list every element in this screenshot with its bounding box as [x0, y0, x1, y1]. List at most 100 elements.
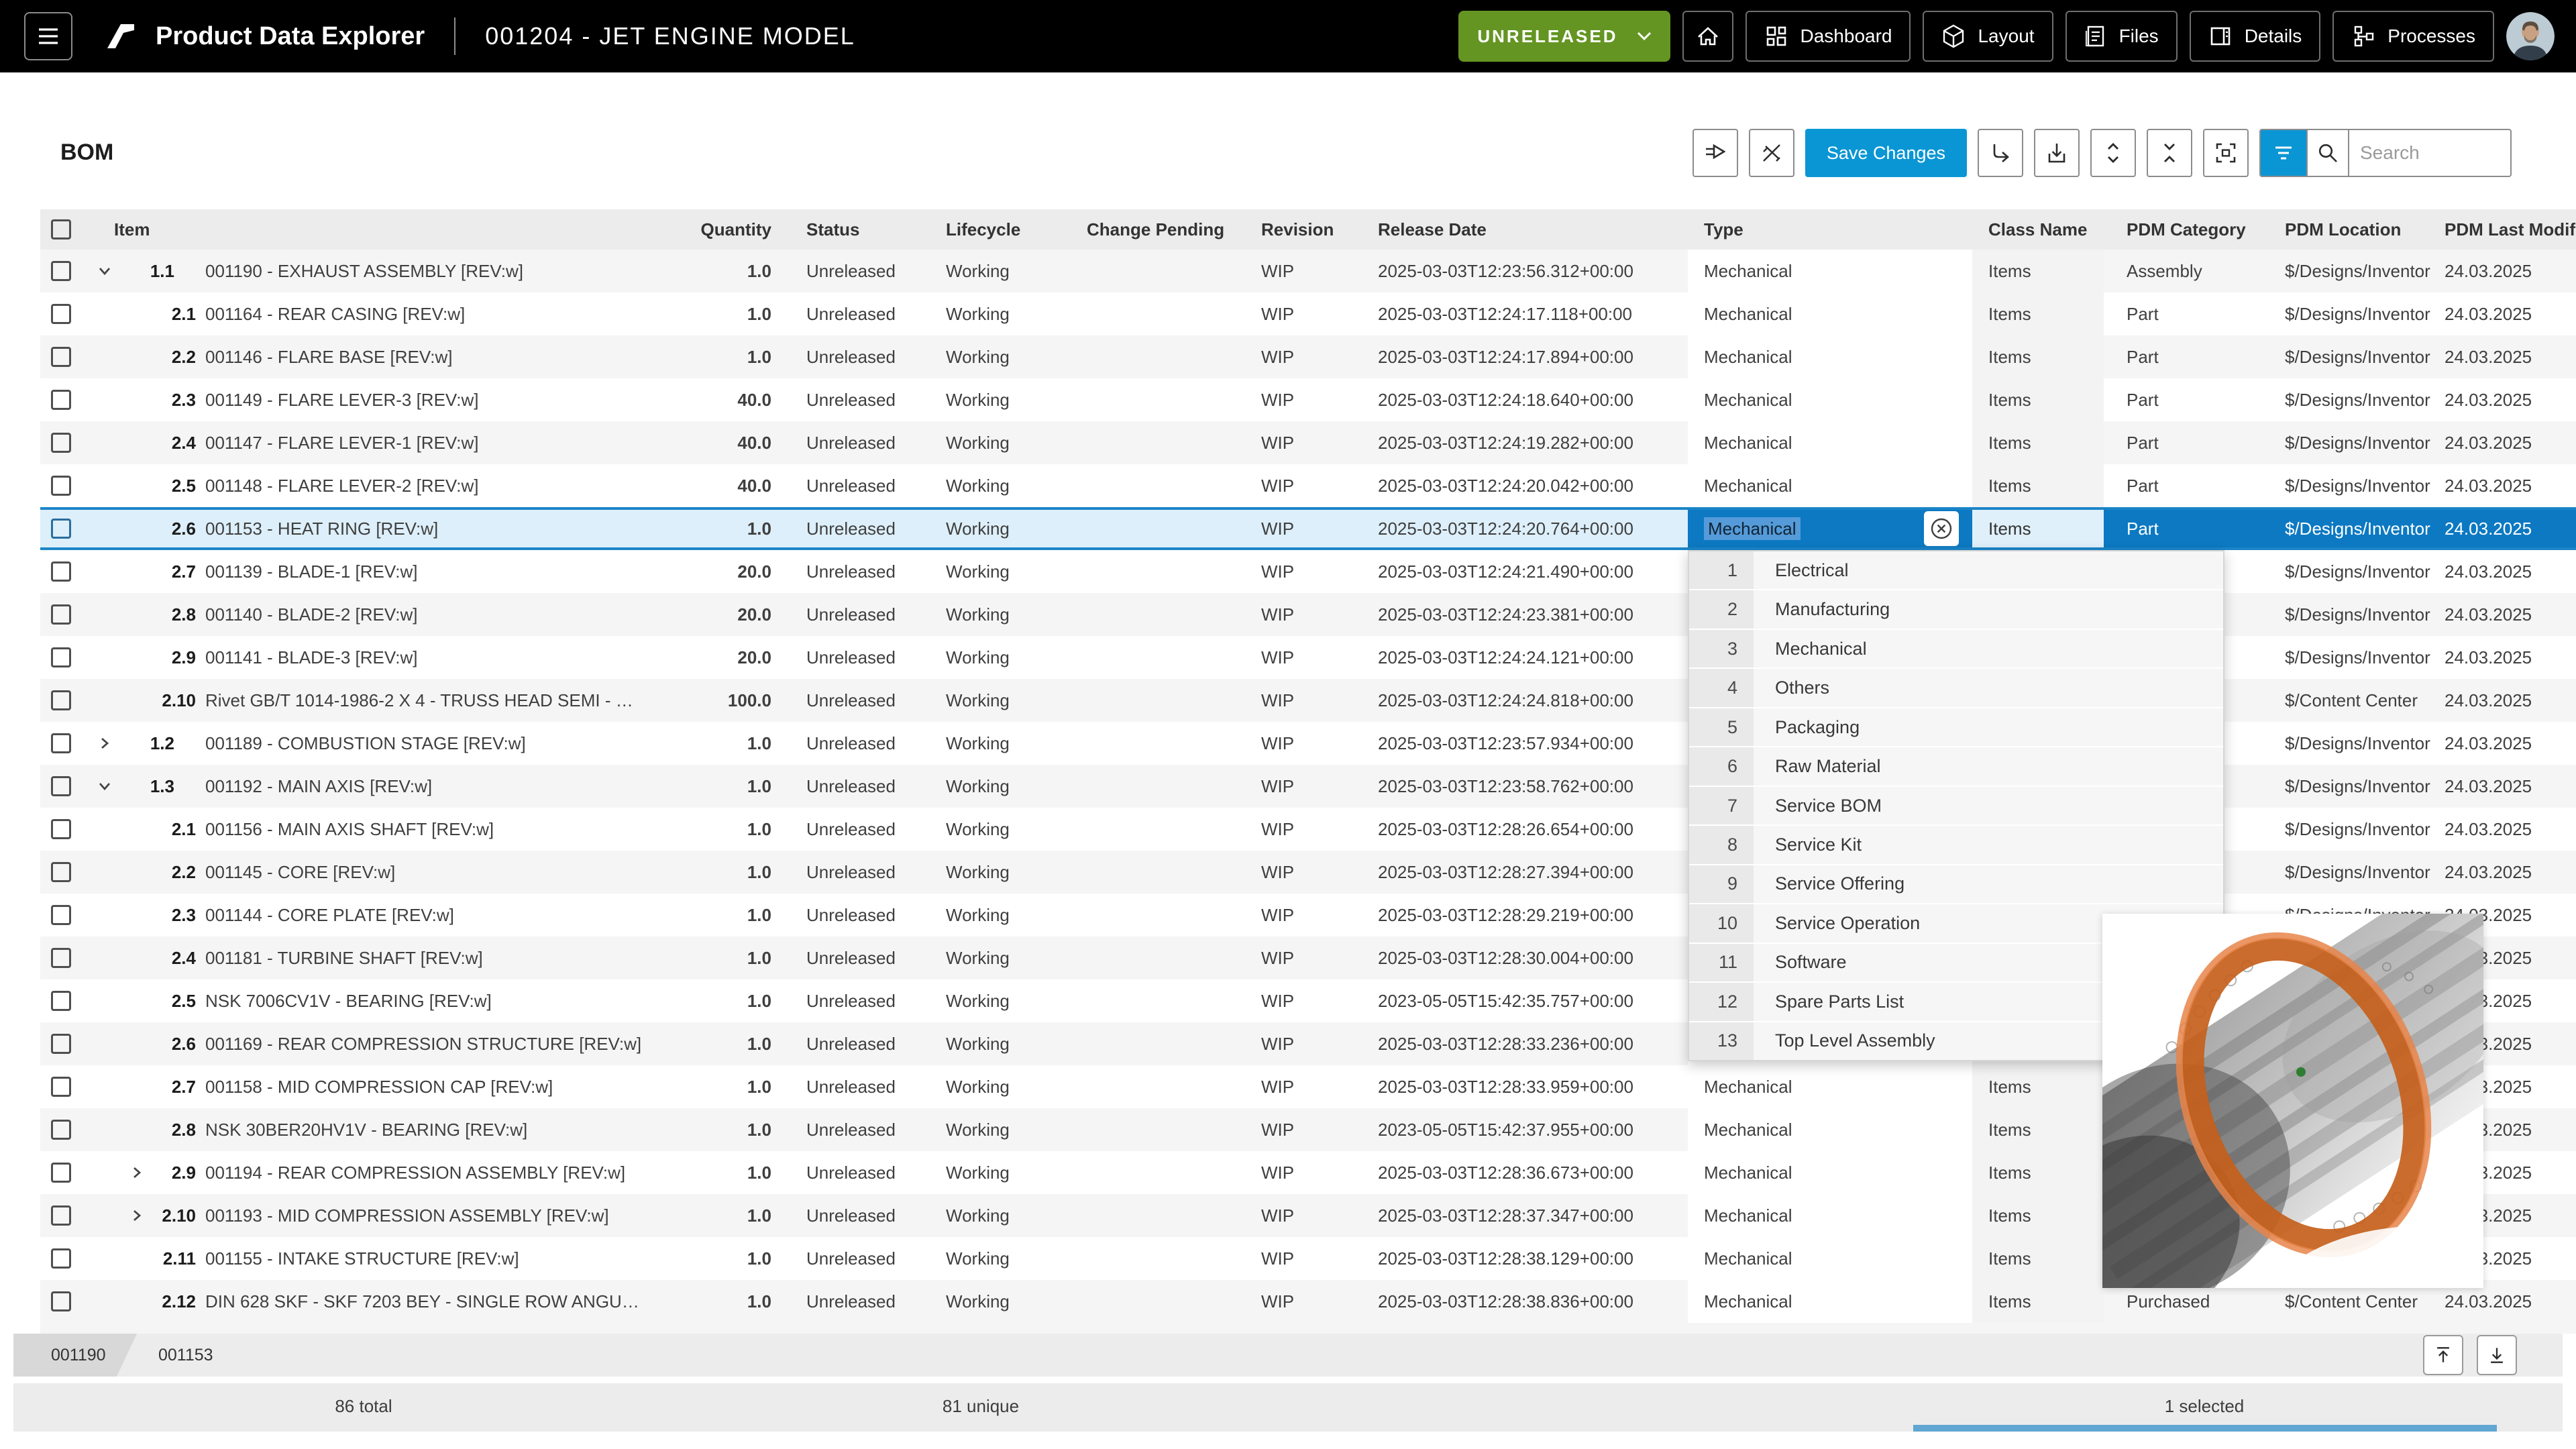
home-button[interactable] — [1682, 11, 1733, 62]
quantity-cell[interactable]: 40.0 — [590, 421, 771, 464]
scroll-to-top-button[interactable] — [2423, 1335, 2463, 1375]
column-header-release-date[interactable]: Release Date — [1378, 209, 1487, 250]
quantity-cell[interactable]: 1.0 — [590, 1280, 771, 1323]
type-cell[interactable]: Mechanical — [1688, 1065, 1972, 1108]
search-button[interactable] — [2306, 129, 2349, 177]
quantity-cell[interactable]: 1.0 — [590, 1108, 771, 1151]
column-header-pdm-location[interactable]: PDM Location — [2285, 209, 2401, 250]
row-checkbox[interactable] — [51, 561, 71, 582]
table-row[interactable]: 1.1001190 - EXHAUST ASSEMBLY [REV:w]1.0U… — [40, 250, 2576, 292]
quantity-cell[interactable]: 100.0 — [590, 679, 771, 722]
quantity-cell[interactable]: 40.0 — [590, 464, 771, 507]
table-row[interactable]: 2.5001148 - FLARE LEVER-2 [REV:w]40.0Unr… — [40, 464, 2576, 507]
submit-workflow-button[interactable] — [1693, 129, 1738, 177]
tab-001153[interactable]: 001153 — [158, 1334, 213, 1377]
column-header-lifecycle[interactable]: Lifecycle — [946, 209, 1020, 250]
type-cell[interactable]: Mechanical — [1688, 1280, 1972, 1323]
details-button[interactable]: Details — [2190, 11, 2321, 62]
dropdown-option-others[interactable]: 4Others — [1689, 669, 2223, 708]
save-button[interactable]: Save Changes — [1805, 129, 1967, 177]
row-checkbox[interactable] — [51, 304, 71, 324]
quantity-cell[interactable]: 1.0 — [590, 808, 771, 851]
quantity-cell[interactable]: 1.0 — [590, 292, 771, 335]
type-cell[interactable]: Mechanical — [1688, 1151, 1972, 1194]
row-checkbox[interactable] — [51, 733, 71, 753]
type-cell[interactable]: Mechanical — [1688, 292, 1972, 335]
row-checkbox[interactable] — [51, 776, 71, 796]
column-header-type[interactable]: Type — [1704, 209, 1743, 250]
select-all-checkbox[interactable] — [51, 219, 71, 239]
row-checkbox[interactable] — [51, 390, 71, 410]
quantity-cell[interactable]: 1.0 — [590, 1151, 771, 1194]
import-button[interactable] — [2034, 129, 2080, 177]
dropdown-option-manufacturing[interactable]: 2Manufacturing — [1689, 590, 2223, 629]
quantity-cell[interactable]: 20.0 — [590, 593, 771, 636]
scroll-to-bottom-button[interactable] — [2477, 1335, 2517, 1375]
dropdown-option-mechanical[interactable]: 3Mechanical — [1689, 630, 2223, 669]
filter-button[interactable] — [2261, 129, 2306, 177]
quantity-cell[interactable]: 1.0 — [590, 936, 771, 979]
user-avatar[interactable] — [2506, 12, 2555, 60]
column-header-change-pending[interactable]: Change Pending — [1087, 209, 1224, 250]
table-row[interactable]: 2.3001149 - FLARE LEVER-3 [REV:w]40.0Unr… — [40, 378, 2576, 421]
row-checkbox[interactable] — [51, 1077, 71, 1097]
type-cell[interactable]: Mechanical — [1688, 464, 1972, 507]
quantity-cell[interactable]: 40.0 — [590, 378, 771, 421]
row-checkbox[interactable] — [51, 647, 71, 667]
column-header-item[interactable]: Item — [114, 209, 150, 250]
layout-button[interactable]: Layout — [1923, 11, 2053, 62]
row-checkbox[interactable] — [51, 1205, 71, 1226]
quantity-cell[interactable]: 1.0 — [590, 1022, 771, 1065]
row-checkbox[interactable] — [51, 604, 71, 625]
hamburger-menu-button[interactable] — [24, 12, 72, 60]
processes-button[interactable]: Processes — [2332, 11, 2494, 62]
column-header-status[interactable]: Status — [806, 209, 859, 250]
row-checkbox[interactable] — [51, 1163, 71, 1183]
row-checkbox[interactable] — [51, 862, 71, 882]
files-button[interactable]: Files — [2065, 11, 2178, 62]
unlink-button[interactable] — [1749, 129, 1794, 177]
lifecycle-status-button[interactable]: UNRELEASED — [1458, 11, 1670, 62]
quantity-cell[interactable]: 1.0 — [590, 979, 771, 1022]
expand-all-button[interactable] — [2090, 129, 2136, 177]
row-checkbox[interactable] — [51, 519, 71, 539]
quantity-cell[interactable]: 20.0 — [590, 636, 771, 679]
row-checkbox[interactable] — [51, 1034, 71, 1054]
dashboard-button[interactable]: Dashboard — [1746, 11, 1911, 62]
quantity-cell[interactable]: 1.0 — [590, 765, 771, 808]
dropdown-option-service-bom[interactable]: 7Service BOM — [1689, 787, 2223, 826]
tab-001190[interactable]: 001190 — [13, 1334, 137, 1377]
row-checkbox[interactable] — [51, 819, 71, 839]
clear-value-button[interactable] — [1924, 511, 1959, 546]
quantity-cell[interactable]: 1.0 — [590, 335, 771, 378]
type-cell[interactable]: Mechanical — [1688, 421, 1972, 464]
column-header-pdm-last-modified[interactable]: PDM Last Modified — [2445, 209, 2576, 250]
type-cell[interactable]: Mechanical — [1688, 378, 1972, 421]
column-header-quantity[interactable]: Quantity — [590, 209, 771, 250]
collapse-all-button[interactable] — [2147, 129, 2192, 177]
row-checkbox[interactable] — [51, 433, 71, 453]
fit-columns-button[interactable] — [2203, 129, 2249, 177]
row-checkbox[interactable] — [51, 261, 71, 281]
quantity-cell[interactable]: 1.0 — [590, 1194, 771, 1237]
type-cell[interactable]: Mechanical — [1688, 1108, 1972, 1151]
row-checkbox[interactable] — [51, 1291, 71, 1311]
type-cell[interactable]: Mechanical — [1688, 1194, 1972, 1237]
type-cell[interactable]: Mechanical — [1688, 250, 1972, 292]
dropdown-option-service-kit[interactable]: 8Service Kit — [1689, 826, 2223, 865]
dropdown-option-packaging[interactable]: 5Packaging — [1689, 708, 2223, 747]
quantity-cell[interactable]: 20.0 — [590, 550, 771, 593]
column-header-revision[interactable]: Revision — [1261, 209, 1334, 250]
row-checkbox[interactable] — [51, 948, 71, 968]
row-checkbox[interactable] — [51, 1248, 71, 1269]
row-checkbox[interactable] — [51, 347, 71, 367]
row-checkbox[interactable] — [51, 991, 71, 1011]
type-cell[interactable]: Mechanical — [1688, 335, 1972, 378]
table-row[interactable]: 2.6001153 - HEAT RING [REV:w]1.0Unreleas… — [40, 507, 2576, 550]
type-cell[interactable]: Mechanical — [1688, 1237, 1972, 1280]
quantity-cell[interactable]: 1.0 — [590, 1237, 771, 1280]
dropdown-option-raw-material[interactable]: 6Raw Material — [1689, 747, 2223, 786]
indent-row-button[interactable] — [1978, 129, 2023, 177]
quantity-cell[interactable]: 1.0 — [590, 510, 771, 547]
row-checkbox[interactable] — [51, 1120, 71, 1140]
